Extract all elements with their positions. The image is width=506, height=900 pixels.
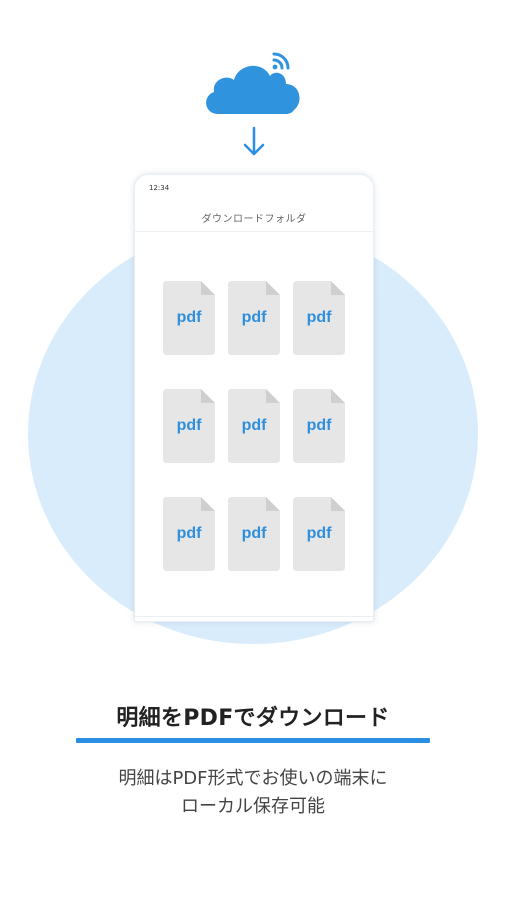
download-folder-title: ダウンロードフォルダ <box>201 214 307 225</box>
file-label: pdf <box>241 309 267 326</box>
phone-mockup: 12:34 ダウンロードフォルダ pdf pdf pdf pdf pdf pdf <box>134 174 374 622</box>
headline-underline <box>76 738 430 743</box>
pdf-file-icon[interactable]: pdf <box>163 281 215 355</box>
pdf-file-icon[interactable]: pdf <box>163 497 215 571</box>
description-line-1: 明細はPDF形式でお使いの端末に <box>118 768 388 789</box>
pdf-file-icon[interactable]: pdf <box>163 389 215 463</box>
description-line-2: ローカル保存可能 <box>181 796 325 817</box>
header-divider <box>135 231 373 232</box>
file-label: pdf <box>306 417 332 434</box>
file-label: pdf <box>176 525 202 542</box>
bottom-divider <box>135 616 373 617</box>
file-label: pdf <box>306 309 332 326</box>
pdf-file-icon[interactable]: pdf <box>293 389 345 463</box>
file-label: pdf <box>176 309 202 326</box>
file-grid: pdf pdf pdf pdf pdf pdf pdf pdf pdf <box>163 281 345 571</box>
pdf-file-icon[interactable]: pdf <box>293 281 345 355</box>
cloud-wifi-icon <box>200 44 310 124</box>
file-label: pdf <box>306 525 332 542</box>
file-label: pdf <box>241 525 267 542</box>
status-time: 12:34 <box>149 184 170 192</box>
pdf-file-icon[interactable]: pdf <box>228 497 280 571</box>
pdf-file-icon[interactable]: pdf <box>228 281 280 355</box>
pdf-file-icon[interactable]: pdf <box>228 389 280 463</box>
headline: 明細をPDFでダウンロード <box>116 706 390 731</box>
file-label: pdf <box>176 417 202 434</box>
arrow-down-icon <box>239 124 269 160</box>
file-label: pdf <box>241 417 267 434</box>
pdf-file-icon[interactable]: pdf <box>293 497 345 571</box>
